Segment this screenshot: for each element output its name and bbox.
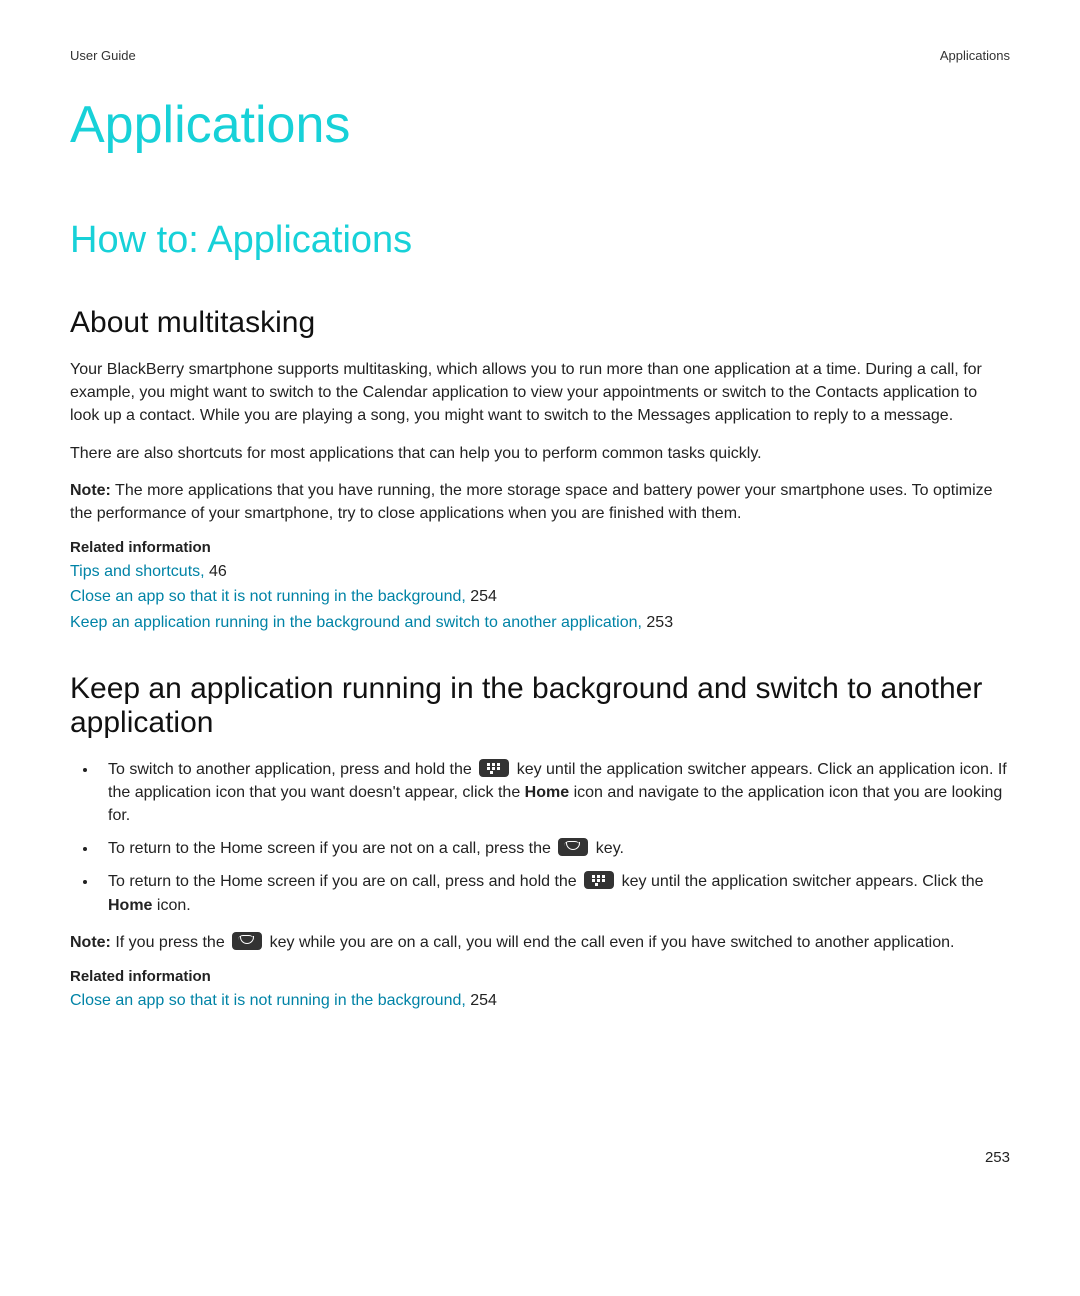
reference-link-row: Close an app so that it is not running i… <box>70 989 1010 1012</box>
note-paragraph: Note: If you press the key while you are… <box>70 931 1010 954</box>
section-title: How to: Applications <box>70 219 1010 262</box>
reference-link[interactable]: Close an app so that it is not running i… <box>70 992 466 1009</box>
paragraph: There are also shortcuts for most applic… <box>70 442 1010 465</box>
note-text: The more applications that you have runn… <box>70 482 993 522</box>
menu-key-icon <box>479 759 509 777</box>
chapter-title: Applications <box>70 95 1010 155</box>
reference-link-row: Tips and shortcuts, 46 <box>70 560 1010 583</box>
reference-link-row: Keep an application running in the backg… <box>70 611 1010 634</box>
document-page: User Guide Applications Applications How… <box>0 0 1080 1296</box>
subsection-heading: About multitasking <box>70 306 1010 340</box>
note-label: Note: <box>70 482 111 499</box>
related-information-label: Related information <box>70 968 1010 985</box>
end-key-icon <box>232 932 262 950</box>
end-key-icon <box>558 838 588 856</box>
reference-page: 254 <box>466 992 497 1009</box>
list-item: To switch to another application, press … <box>98 758 1010 828</box>
reference-link[interactable]: Keep an application running in the backg… <box>70 614 642 631</box>
list-item: To return to the Home screen if you are … <box>98 837 1010 860</box>
subsection-heading: Keep an application running in the backg… <box>70 672 1010 740</box>
reference-link[interactable]: Close an app so that it is not running i… <box>70 588 466 605</box>
page-header: User Guide Applications <box>70 48 1010 63</box>
note-paragraph: Note: The more applications that you hav… <box>70 479 1010 525</box>
header-right: Applications <box>940 48 1010 63</box>
header-left: User Guide <box>70 48 136 63</box>
list-item: To return to the Home screen if you are … <box>98 870 1010 916</box>
reference-link[interactable]: Tips and shortcuts, <box>70 563 205 580</box>
page-number: 253 <box>985 1149 1010 1166</box>
reference-page: 254 <box>466 588 497 605</box>
reference-link-row: Close an app so that it is not running i… <box>70 585 1010 608</box>
paragraph: Your BlackBerry smartphone supports mult… <box>70 358 1010 428</box>
bullet-list: To switch to another application, press … <box>70 758 1010 917</box>
menu-key-icon <box>584 871 614 889</box>
related-information-label: Related information <box>70 539 1010 556</box>
reference-page: 46 <box>205 563 227 580</box>
subsection: Keep an application running in the backg… <box>70 672 1010 1013</box>
reference-page: 253 <box>642 614 673 631</box>
note-label: Note: <box>70 934 111 951</box>
